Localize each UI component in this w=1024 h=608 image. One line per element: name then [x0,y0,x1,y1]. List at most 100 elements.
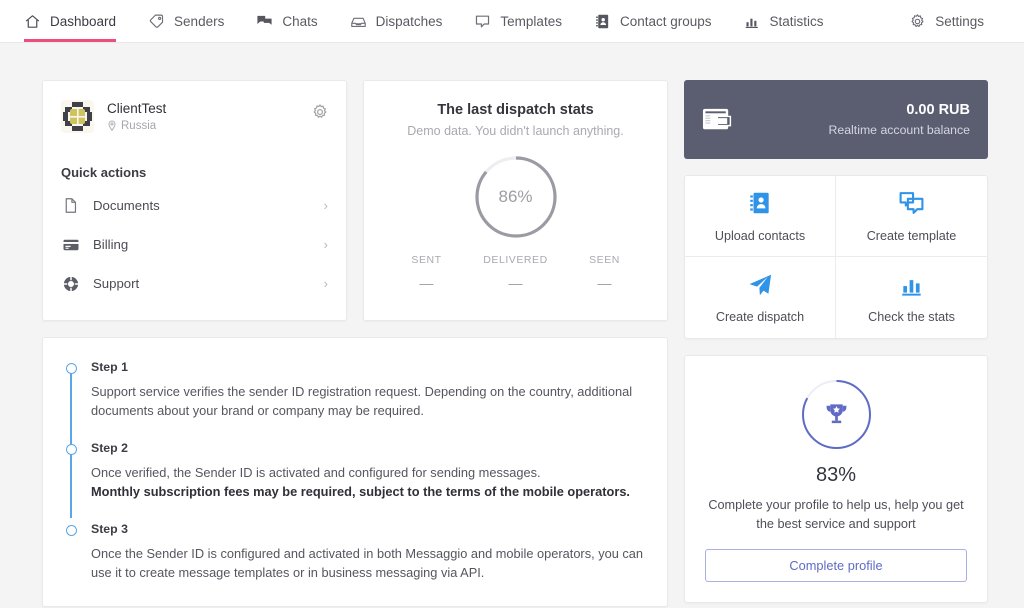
nav-label: Contact groups [619,13,712,29]
step-body-text: Once the Sender ID is configured and act… [91,546,644,580]
metric-value: — [508,275,523,291]
document-icon [61,196,80,215]
tile-create-dispatch[interactable]: Create dispatch [685,257,836,338]
account-balance-card[interactable]: 0.00 RUB Realtime account balance [684,80,988,159]
bar-chart-icon [899,271,925,298]
balance-amount: 0.00 RUB [906,102,970,118]
chat-bubbles-icon [256,13,273,30]
quick-action-support[interactable]: Support › [61,264,328,303]
donut-center-value: 86% [498,187,533,206]
balance-caption: Realtime account balance [828,123,971,137]
nav-label: Chats [282,13,318,29]
secondary-nav-group: Settings [909,0,1000,42]
metric-value: — [419,275,434,291]
quick-action-label: Documents [93,198,160,213]
right-column: 0.00 RUB Realtime account balance Upload… [684,80,988,603]
paper-plane-icon [746,271,774,298]
dispatch-stats-card: The last dispatch stats Demo data. You d… [363,80,668,321]
address-book-icon [594,13,611,30]
metric-sent: SENT — [382,254,471,291]
step-2: Step 2 Once verified, the Sender ID is a… [66,441,645,501]
dispatch-stats-title: The last dispatch stats [437,102,594,118]
steps-timeline: Step 1 Support service verifies the send… [65,360,645,582]
step-body: Once verified, the Sender ID is activate… [91,464,645,501]
quick-action-label: Billing [93,237,129,252]
step-heading: Step 3 [91,522,128,536]
step-body-text: Support service verifies the sender ID r… [91,384,633,418]
template-bubble-icon [898,190,925,217]
step-heading: Step 1 [91,360,128,374]
step-body: Support service verifies the sender ID r… [91,383,645,420]
metric-label: SEEN [589,254,620,266]
gear-icon [909,13,926,30]
chevron-right-icon: › [323,198,328,213]
step-body: Once the Sender ID is configured and act… [91,545,645,582]
nav-item-chats[interactable]: Chats [240,0,333,42]
profile-settings-button[interactable] [311,103,329,121]
profile-location: Russia [107,120,166,132]
metric-label: SENT [411,254,442,266]
quick-action-billing[interactable]: Billing › [61,225,328,264]
quick-tiles-card: Upload contacts Create template Create d… [684,175,988,339]
balance-text-group: 0.00 RUB Realtime account balance [829,102,971,137]
profile-quick-actions-card: ClientTest Russia Quick actions Document… [42,80,347,321]
nav-item-settings[interactable]: Settings [909,0,1000,42]
nav-label: Dispatches [375,13,443,29]
nav-label: Senders [174,13,225,29]
avatar [61,100,94,133]
dashboard-page: ClientTest Russia Quick actions Document… [0,43,1024,608]
profile-completeness-message: Complete your profile to help us, help y… [708,498,964,531]
nav-item-statistics[interactable]: Statistics [728,0,840,42]
complete-profile-button[interactable]: Complete profile [705,549,967,582]
bar-chart-icon [744,13,761,30]
trophy-icon [800,378,873,451]
profile-name: ClientTest [107,101,167,116]
quick-action-documents[interactable]: Documents › [61,186,328,225]
metric-label: DELIVERED [483,254,548,266]
primary-nav-group: Dashboard Senders Chats Dispatches Templ [24,0,840,42]
template-bubble-icon [474,13,491,30]
quick-action-label: Support [93,276,140,291]
step-3: Step 3 Once the Sender ID is configured … [66,522,645,582]
tile-label: Check the stats [868,310,955,324]
tile-label: Create dispatch [715,310,805,324]
lifebuoy-icon [61,274,80,293]
nav-label: Dashboard [50,13,117,29]
billing-card-icon [61,235,80,254]
nav-item-templates[interactable]: Templates [458,0,578,42]
wallet-icon [702,106,735,133]
nav-item-senders[interactable]: Senders [132,0,240,42]
step-body-text: Once verified, the Sender ID is activate… [91,465,541,480]
dispatch-stats-subtitle: Demo data. You didn't launch anything. [407,124,624,138]
dispatch-metrics-row: SENT — DELIVERED — SEEN — [382,254,649,291]
profile-identity: ClientTest Russia [107,100,166,132]
metric-seen: SEEN — [560,254,649,291]
tile-label: Create template [866,228,957,243]
step-heading: Step 2 [91,441,128,455]
nav-item-dispatches[interactable]: Dispatches [334,0,459,42]
home-icon [24,13,41,30]
chevron-right-icon: › [323,276,328,291]
step-1: Step 1 Support service verifies the send… [66,360,645,420]
profile-completeness-ring [800,378,873,451]
quick-actions-list: Documents › Billing › Support › [61,186,328,303]
sender-id-steps-card: Step 1 Support service verifies the send… [42,337,668,607]
nav-label: Settings [935,13,984,29]
profile-header: ClientTest Russia [61,100,328,133]
nav-item-dashboard[interactable]: Dashboard [24,0,132,42]
profile-completeness-percent: 83% [815,464,857,486]
nav-item-contact-groups[interactable]: Contact groups [578,0,728,42]
nav-label: Statistics [769,13,824,29]
profile-location-label: Russia [121,120,157,132]
chevron-right-icon: › [323,237,328,252]
tile-upload-contacts[interactable]: Upload contacts [685,176,836,257]
metric-value: — [597,275,612,291]
nav-label: Templates [500,13,562,29]
tile-label: Upload contacts [714,228,806,243]
profile-completeness-card: 83% Complete your profile to help us, he… [684,355,988,603]
tile-create-template[interactable]: Create template [836,176,987,257]
tile-check-the-stats[interactable]: Check the stats [836,257,987,338]
address-book-icon [747,190,773,217]
tag-icon [148,13,165,30]
inbox-tray-icon [350,13,367,30]
